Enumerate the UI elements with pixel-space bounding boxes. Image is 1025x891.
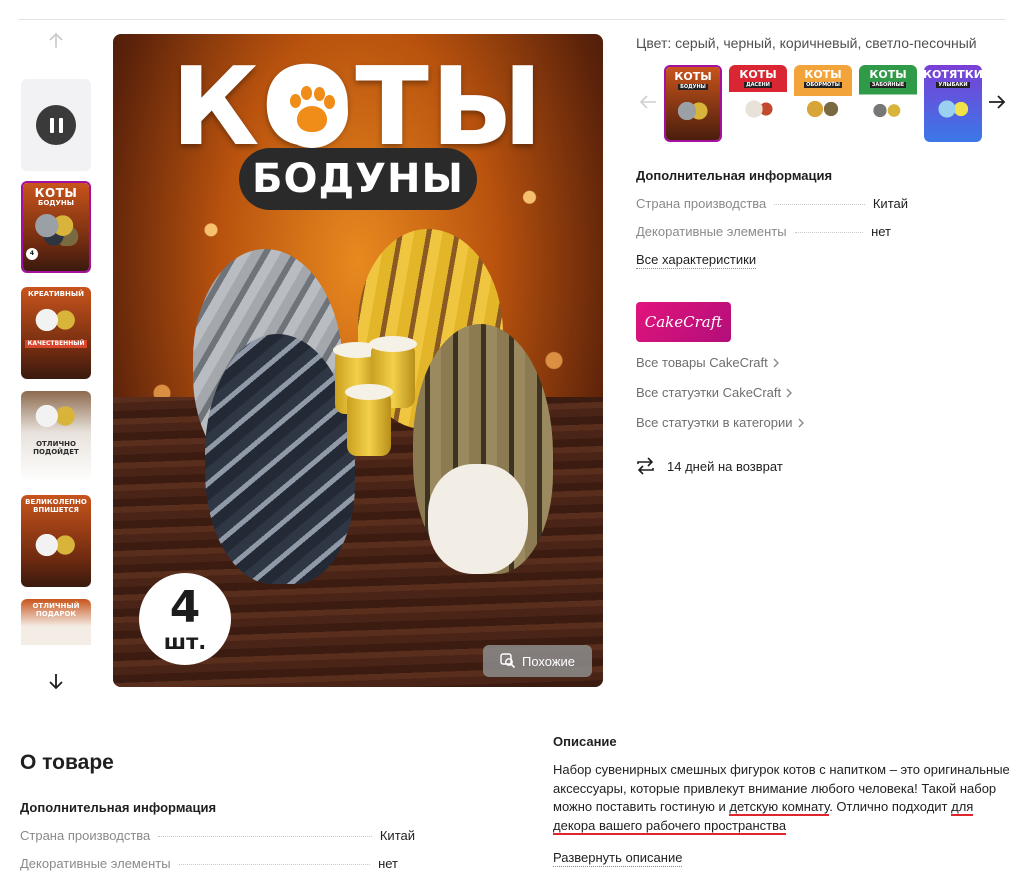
thumbnail-title: ОТЛИЧНО ПОДОЙДЕТ — [33, 440, 79, 456]
search-similar-icon — [500, 653, 516, 669]
spec-key: Страна производства — [636, 196, 767, 211]
chevron-right-icon — [773, 358, 779, 367]
variant-1[interactable]: КОТЫ БОДУНЫ — [664, 65, 722, 142]
top-divider — [18, 19, 1006, 20]
variant-image — [933, 94, 973, 124]
spec-key: Декоративные элементы — [636, 224, 787, 239]
thumbnail-2[interactable]: КРЕАТИВНЫЙ КАЧЕСТВЕННЫЙ — [21, 287, 91, 379]
image-subtitle: БОДУНЫ — [239, 148, 477, 210]
beer-mug — [345, 384, 393, 456]
spec-leader — [158, 836, 372, 837]
variant-5[interactable]: КОТЯТКИ УЛЫБАКИ — [924, 65, 982, 142]
thumbnail-title: КРЕАТИВНЫЙ — [28, 290, 84, 298]
thumbnail-video[interactable] — [21, 79, 91, 171]
brand-figurines-link[interactable]: Все статуэтки CakeCraft — [636, 385, 793, 400]
variant-subtitle: УЛЫБАКИ — [936, 82, 970, 88]
variant-2[interactable]: КОТЫ ДАСЕНИ — [729, 65, 787, 142]
thumbnail-cats-image — [33, 528, 79, 563]
spec-key: Декоративные элементы — [20, 856, 171, 871]
thumbnail-5[interactable]: ОТЛИЧНЫЙ ПОДАРОК — [21, 599, 91, 645]
description-link-kids-room[interactable]: детскую комнату — [729, 799, 830, 816]
return-arrows-icon — [637, 457, 654, 475]
variant-subtitle: ЗАБОЙНЫЕ — [869, 82, 907, 88]
about-title: О товаре — [20, 751, 114, 774]
chevron-right-icon — [798, 418, 804, 427]
spec-value: Китай — [872, 196, 908, 211]
description-part: . Отлично подходит — [829, 799, 952, 814]
variant-image — [673, 96, 713, 126]
count-unit: шт. — [163, 629, 207, 654]
variant-title: КОТЯТКИ — [924, 68, 982, 81]
spec-row-country: Страна производства Китай — [636, 196, 908, 211]
paw-icon — [276, 76, 348, 148]
about-extra-info-title: Дополнительная информация — [20, 800, 217, 815]
thumbnail-subtitle: КАЧЕСТВЕННЫЙ — [24, 339, 88, 349]
thumbnail-title: ВЕЛИКОЛЕПНО ВПИШЕТСЯ — [25, 498, 87, 514]
count-number: 4 — [169, 581, 201, 633]
chevron-right-icon — [786, 388, 793, 397]
category-figurines-link[interactable]: Все статуэтки в категории — [636, 415, 805, 430]
extra-info-title: Дополнительная информация — [636, 168, 833, 183]
about-spec-row-country: Страна производства Китай — [20, 828, 415, 843]
arrow-up-icon — [49, 32, 63, 48]
variants-prev-button[interactable] — [637, 89, 659, 115]
expand-description-link[interactable]: Развернуть описание — [553, 850, 683, 867]
variant-image — [803, 94, 843, 124]
thumbnail-4[interactable]: ВЕЛИКОЛЕПНО ВПИШЕТСЯ — [21, 495, 91, 587]
image-title: КОТЫ — [171, 45, 545, 170]
variant-4[interactable]: КОТЫ ЗАБОЙНЫЕ — [859, 65, 917, 142]
variant-subtitle: ОБОРМОТЫ — [804, 82, 842, 88]
thumbnail-3[interactable]: ОТЛИЧНО ПОДОЙДЕТ — [21, 391, 91, 483]
variant-image — [738, 94, 778, 124]
brand-link-label: Все статуэтки CakeCraft — [636, 385, 782, 400]
brand-link-label: Все статуэтки в категории — [636, 415, 793, 430]
description-text: Набор сувенирных смешных фигурок котов с… — [553, 761, 1013, 835]
color-line: Цвет: серый, черный, коричневый, светло-… — [636, 35, 977, 51]
spec-leader — [774, 204, 865, 205]
thumbnail-badge: 4 — [26, 247, 38, 260]
return-policy-text: 14 дней на возврат — [667, 458, 783, 474]
thumbnail-cats-image — [33, 211, 79, 246]
variant-title: КОТЫ — [804, 68, 842, 81]
brand-link-label: Все товары CakeCraft — [636, 355, 768, 370]
count-badge: 4 шт. — [139, 573, 231, 665]
variants-next-button[interactable] — [986, 89, 1008, 115]
variant-title: КОТЫ — [674, 70, 712, 83]
spec-value: Китай — [379, 828, 415, 843]
return-policy: 14 дней на возврат — [636, 457, 783, 475]
arrow-right-icon — [989, 95, 1006, 109]
brand-logo[interactable]: CakeCraft — [636, 302, 731, 342]
brand-all-products-link[interactable]: Все товары CakeCraft — [636, 355, 780, 370]
variant-subtitle: ДАСЕНИ — [744, 82, 772, 88]
arrow-left-icon — [639, 95, 656, 109]
spec-value: нет — [871, 224, 891, 239]
thumbnails-up-arrow[interactable] — [40, 27, 72, 55]
spec-value: нет — [378, 856, 398, 871]
variant-3[interactable]: КОТЫ ОБОРМОТЫ — [794, 65, 852, 142]
spec-key: Страна производства — [20, 828, 151, 843]
pause-icon[interactable] — [36, 105, 76, 145]
similar-button[interactable]: Похожие — [483, 645, 592, 677]
variant-title: КОТЫ — [739, 68, 777, 81]
spec-row-decor: Декоративные элементы нет — [636, 224, 891, 239]
cat-belly — [428, 464, 528, 574]
description-title: Описание — [553, 734, 617, 749]
spec-leader — [794, 232, 864, 233]
similar-button-label: Похожие — [521, 653, 576, 669]
variant-subtitle: БОДУНЫ — [678, 84, 708, 90]
spec-leader — [178, 864, 371, 865]
thumbnail-title: ОТЛИЧНЫЙ ПОДАРОК — [32, 602, 80, 618]
about-spec-row-decor: Декоративные элементы нет — [20, 856, 398, 871]
thumbnail-subtitle: БОДУНЫ — [37, 199, 75, 208]
thumbnails-down-arrow[interactable] — [40, 667, 72, 695]
thumbnail-cats-image — [33, 399, 79, 433]
all-specs-link[interactable]: Все характеристики — [636, 252, 757, 269]
variant-image — [868, 94, 908, 124]
thumbnail-cats-image — [33, 302, 79, 337]
thumbnail-1[interactable]: КОТЫ БОДУНЫ 4 — [21, 181, 91, 273]
arrow-down-icon — [49, 674, 63, 690]
variant-title: КОТЫ — [869, 68, 907, 81]
main-product-image[interactable]: КОТЫ БОДУНЫ 4 шт. Похожие — [113, 34, 603, 687]
